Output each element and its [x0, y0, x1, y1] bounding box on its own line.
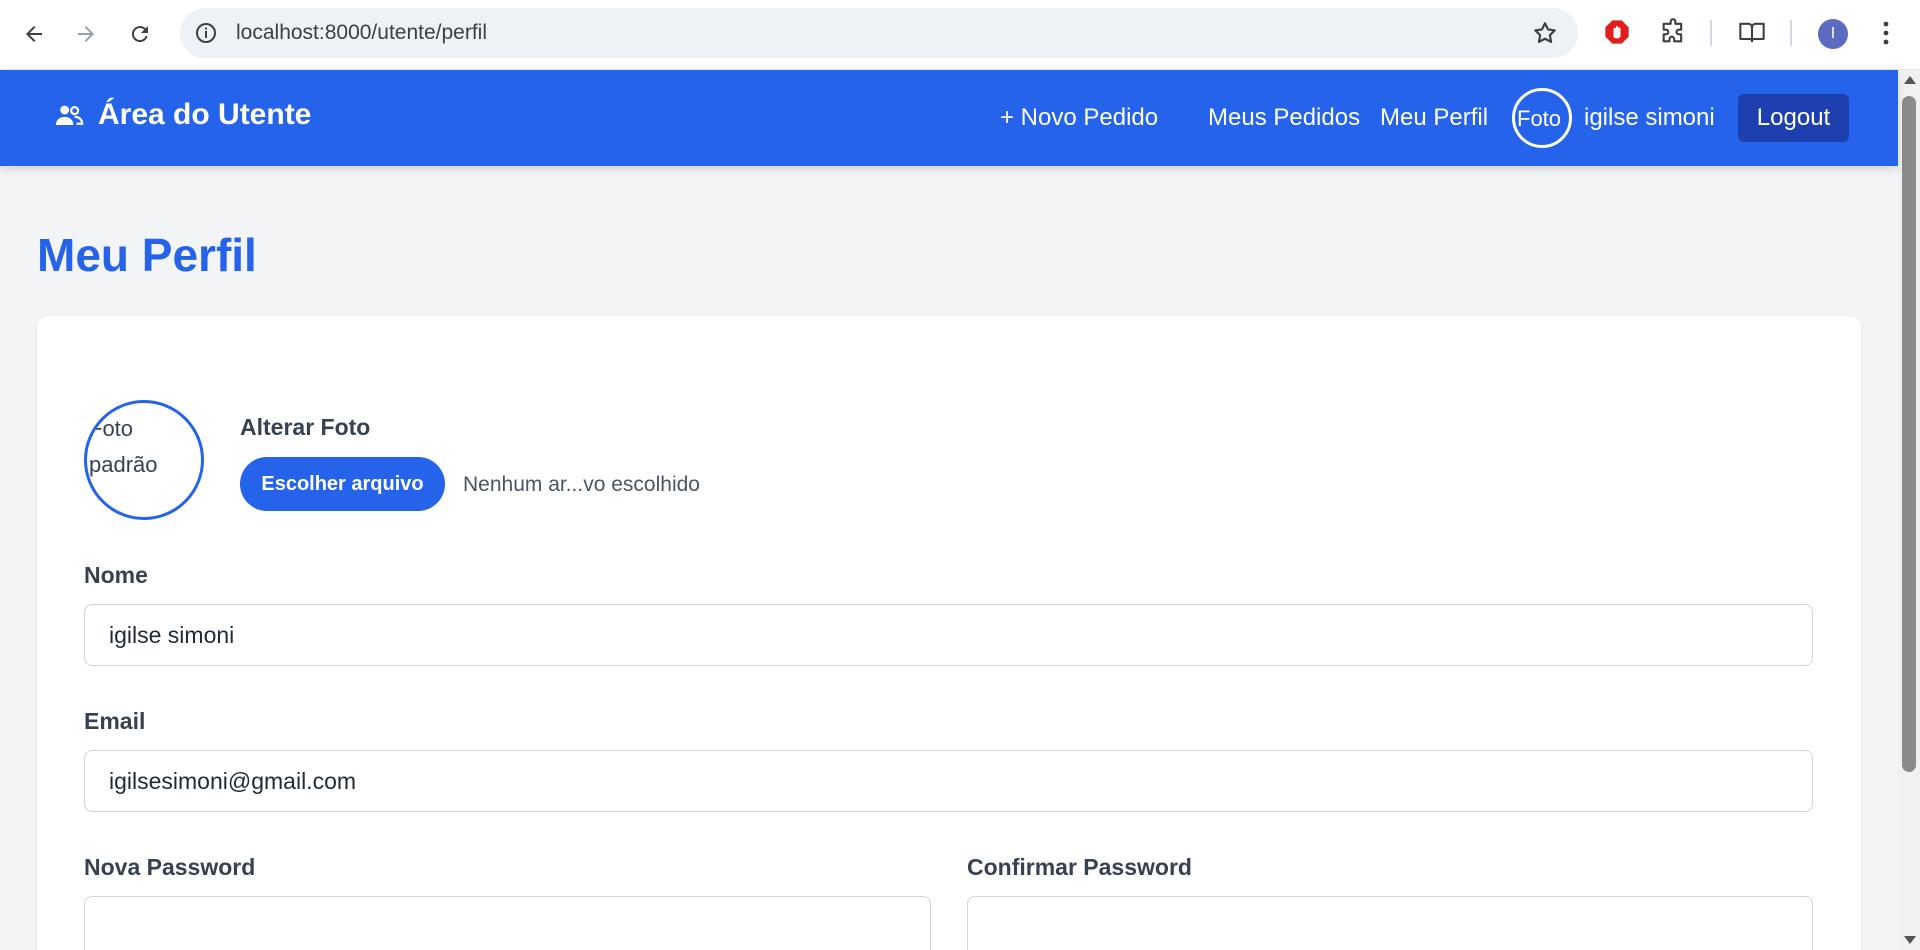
url-text: localhost:8000/utente/perfil — [236, 21, 488, 44]
brand[interactable]: Área do Utente — [54, 98, 311, 132]
reload-icon — [131, 26, 148, 43]
confirm-password-label: Confirmar Password — [967, 854, 1192, 880]
profile-photo: Foto padrão — [84, 400, 204, 520]
header-avatar[interactable]: Foto — [1512, 88, 1572, 148]
more-options-icon[interactable] — [1874, 18, 1898, 48]
nav-my-requests-link[interactable]: Meus Pedidos — [1208, 104, 1360, 132]
address-bar[interactable]: localhost:8000/utente/perfil — [180, 8, 1578, 58]
logout-button[interactable]: Logout — [1738, 94, 1849, 142]
name-input[interactable] — [84, 604, 1813, 666]
choose-file-button[interactable]: Escolher arquivo — [240, 457, 445, 511]
star-icon[interactable] — [1532, 20, 1558, 46]
reading-mode-icon[interactable] — [1738, 18, 1766, 46]
file-status-text: Nenhum ar...vo escolhido — [463, 473, 700, 496]
toolbar-separator — [1710, 20, 1712, 46]
nav-new-request-link[interactable]: + Novo Pedido — [1000, 104, 1158, 132]
nav-my-profile-link[interactable]: Meu Perfil — [1380, 104, 1488, 132]
change-photo-label: Alterar Foto — [240, 414, 371, 440]
page-scrollbar-thumb[interactable] — [1902, 96, 1916, 772]
back-button[interactable] — [14, 14, 54, 54]
browser-profile-avatar[interactable]: I — [1818, 19, 1848, 49]
arrow-left-icon — [26, 26, 42, 42]
scroll-down-arrow-icon[interactable] — [1904, 936, 1916, 944]
new-password-label: Nova Password — [84, 854, 256, 880]
page-title: Meu Perfil — [37, 229, 257, 281]
users-icon — [55, 105, 84, 125]
brand-title: Área do Utente — [98, 98, 312, 131]
toolbar-separator — [1790, 20, 1792, 46]
adblock-extension-icon[interactable] — [1603, 18, 1631, 46]
header-user-name: igilse simoni — [1584, 104, 1715, 131]
app-header: Área do Utente + Novo Pedido Meus Pedido… — [0, 70, 1898, 166]
extensions-puzzle-icon[interactable] — [1659, 18, 1687, 46]
info-icon[interactable] — [194, 21, 218, 45]
new-password-input[interactable] — [84, 896, 931, 950]
email-label: Email — [84, 708, 146, 734]
reload-button[interactable] — [120, 14, 160, 54]
email-input[interactable] — [84, 750, 1813, 812]
forward-button[interactable] — [66, 14, 106, 54]
name-label: Nome — [84, 562, 148, 588]
scroll-up-arrow-icon[interactable] — [1904, 76, 1916, 84]
confirm-password-input[interactable] — [967, 896, 1813, 950]
arrow-right-icon — [78, 26, 94, 42]
browser-toolbar: localhost:8000/utente/perfil I — [0, 0, 1920, 70]
